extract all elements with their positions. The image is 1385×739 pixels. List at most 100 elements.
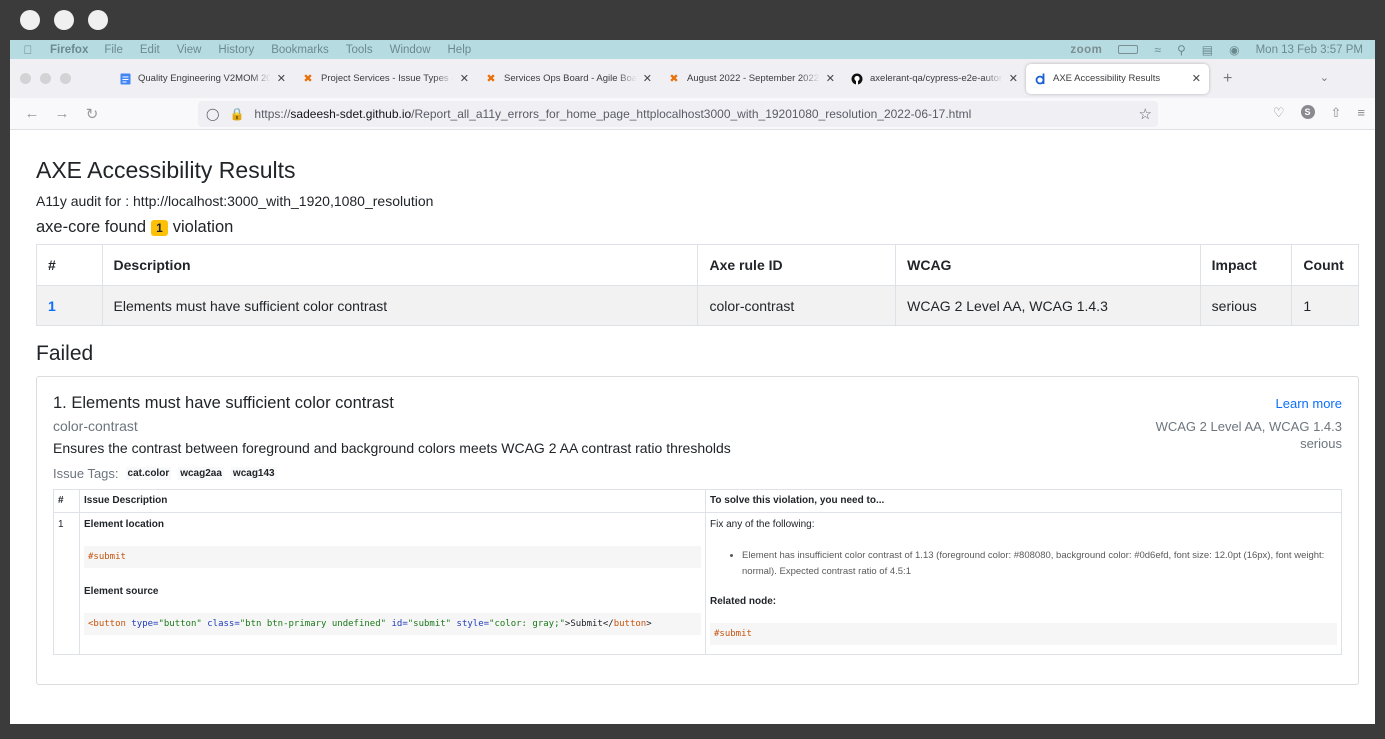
page-title: AXE Accessibility Results <box>36 157 296 183</box>
code-attr: id= <box>391 619 408 629</box>
detail-header-issue: Issue Description <box>79 489 706 513</box>
menu-file[interactable]: File <box>104 44 123 56</box>
code-attr: type= <box>131 619 159 629</box>
violations-found: axe-core found 1 violation <box>36 218 1359 237</box>
tab-axe-results[interactable]: AXE Accessibility Results ✕ <box>1026 63 1209 94</box>
jira-icon: ✖ <box>669 73 679 85</box>
violation-impact: serious <box>1300 436 1342 451</box>
report-page: AXE Accessibility Results A11y audit for… <box>36 130 1359 685</box>
forward-button[interactable]: → <box>54 105 70 122</box>
code-value: "button" <box>158 619 202 629</box>
tab-quality-engineering[interactable]: Quality Engineering V2MOM 20 ✕ <box>111 64 294 94</box>
tab-strip: Quality Engineering V2MOM 20 ✕ ✖ Project… <box>10 59 1375 98</box>
detail-cell-issue: Element location #submit Element source … <box>79 512 706 655</box>
summary-header-impact: Impact <box>1199 244 1293 286</box>
summary-header-num: # <box>36 244 103 286</box>
code-tag-close: button <box>613 619 647 629</box>
zoom-status-icon[interactable]: zoom <box>1070 44 1102 56</box>
tab-github-repo[interactable]: axelerant-qa/cypress-e2e-autor ✕ <box>843 64 1026 94</box>
siri-icon[interactable]: ◉ <box>1229 43 1239 57</box>
jira-icon: ✖ <box>486 73 496 85</box>
wifi-icon[interactable]: ≈ <box>1154 43 1161 57</box>
violation-link[interactable]: 1 <box>48 298 56 314</box>
tag-badge: cat.color <box>125 467 172 480</box>
menu-window[interactable]: Window <box>390 44 431 56</box>
new-tab-button[interactable]: + <box>1223 70 1232 88</box>
summary-table: # Description Axe rule ID WCAG Impact Co… <box>36 244 1359 326</box>
battery-icon[interactable] <box>1118 45 1139 54</box>
menu-bookmarks[interactable]: Bookmarks <box>271 44 329 56</box>
code-attr: style= <box>456 619 490 629</box>
tab-services-ops-board[interactable]: ✖ Services Ops Board - Agile Boar ✕ <box>477 64 660 94</box>
back-button[interactable]: ← <box>24 105 40 122</box>
summary-cell-wcag: WCAG 2 Level AA, WCAG 1.4.3 <box>895 285 1201 326</box>
mac-menubar:  Firefox File Edit View History Bookmar… <box>10 40 1375 59</box>
hamburger-menu-icon[interactable]: ≡ <box>1357 105 1365 121</box>
bookmark-star-icon[interactable]: ☆ <box>1139 105 1152 123</box>
app-menu[interactable]: Firefox <box>50 44 88 56</box>
close-tab-icon[interactable]: ✕ <box>643 72 652 85</box>
tab-august-2022[interactable]: ✖ August 2022 - September 2022 ✕ <box>660 64 843 94</box>
close-window-button[interactable] <box>20 10 40 30</box>
element-location-label: Element location <box>84 519 165 530</box>
toolbar-right: ♡ S ⇧ ≡ <box>1273 105 1365 121</box>
tab-title: Project Services - Issue Types - <box>321 73 454 84</box>
pocket-icon[interactable]: ♡ <box>1273 105 1285 121</box>
detail-header-num: # <box>53 489 80 513</box>
learn-more-link[interactable]: Learn more <box>1276 396 1342 411</box>
lock-icon[interactable]: 🔒 <box>229 107 244 121</box>
share-icon[interactable]: ⇧ <box>1331 105 1342 121</box>
firefox-close-button[interactable] <box>20 73 31 84</box>
tracking-protection-shield-icon[interactable]: ◯ <box>206 107 219 121</box>
tab-project-services[interactable]: ✖ Project Services - Issue Types - ✕ <box>294 64 477 94</box>
list-all-tabs-chevron-icon[interactable]: ⌄ <box>1320 71 1329 84</box>
menu-help[interactable]: Help <box>448 44 472 56</box>
close-tab-icon[interactable]: ✕ <box>1192 72 1201 85</box>
spotlight-search-icon[interactable]: ⚲ <box>1177 43 1186 57</box>
violation-wcag: WCAG 2 Level AA, WCAG 1.4.3 <box>1155 419 1342 434</box>
issue-tags: Issue Tags: cat.color wcag2aa wcag143 <box>53 466 1342 481</box>
minimize-window-button[interactable] <box>54 10 74 30</box>
detail-cell-num: 1 <box>53 512 80 655</box>
menu-history[interactable]: History <box>218 44 254 56</box>
close-tab-icon[interactable]: ✕ <box>826 72 835 85</box>
firefox-zoom-button[interactable] <box>60 73 71 84</box>
docs-icon <box>119 73 131 85</box>
summary-cell-impact: serious <box>1199 285 1293 326</box>
control-center-icon[interactable]: ▤ <box>1202 43 1213 57</box>
firefox-minimize-button[interactable] <box>40 73 51 84</box>
close-tab-icon[interactable]: ✕ <box>1009 72 1018 85</box>
summary-header-rule: Axe rule ID <box>697 244 897 286</box>
navigation-toolbar: ← → ↻ ◯ 🔒 https://sadeesh-sdet.github.io… <box>10 98 1375 130</box>
summary-header-description: Description <box>101 244 699 286</box>
menubar-clock[interactable]: Mon 13 Feb 3:57 PM <box>1256 44 1363 56</box>
summary-cell-num: 1 <box>36 285 103 326</box>
code-tag-end: > <box>646 619 652 629</box>
menu-view[interactable]: View <box>177 44 202 56</box>
apple-menu-icon[interactable]:  <box>22 43 34 57</box>
summary-cell-rule: color-contrast <box>697 285 897 326</box>
window-traffic-lights <box>20 10 108 30</box>
firefox-window-controls <box>20 73 71 84</box>
summary-header-row: # Description Axe rule ID WCAG Impact Co… <box>36 244 1359 286</box>
code-value: "color: gray;" <box>489 619 565 629</box>
detail-header-solution: To solve this violation, you need to... <box>705 489 1342 513</box>
detail-header-row: # Issue Description To solve this violat… <box>53 489 1342 513</box>
tag-badge: wcag2aa <box>178 467 224 480</box>
zoom-window-button[interactable] <box>88 10 108 30</box>
url-bar[interactable]: ◯ 🔒 https://sadeesh-sdet.github.io/Repor… <box>198 101 1158 127</box>
tab-title: axelerant-qa/cypress-e2e-autor <box>870 73 1003 84</box>
account-avatar[interactable]: S <box>1300 105 1315 119</box>
reload-button[interactable]: ↻ <box>84 105 100 123</box>
violation-heading: 1. Elements must have sufficient color c… <box>53 394 394 412</box>
menu-edit[interactable]: Edit <box>140 44 160 56</box>
fix-list: Element has insufficient color contrast … <box>742 548 1337 580</box>
element-source-label: Element source <box>84 586 159 597</box>
close-tab-icon[interactable]: ✕ <box>460 72 469 85</box>
code-tag-open: <button <box>88 619 126 629</box>
failed-heading: Failed <box>36 342 94 365</box>
github-icon <box>851 73 863 85</box>
axe-icon <box>1034 73 1046 85</box>
menu-tools[interactable]: Tools <box>346 44 373 56</box>
close-tab-icon[interactable]: ✕ <box>277 72 286 85</box>
